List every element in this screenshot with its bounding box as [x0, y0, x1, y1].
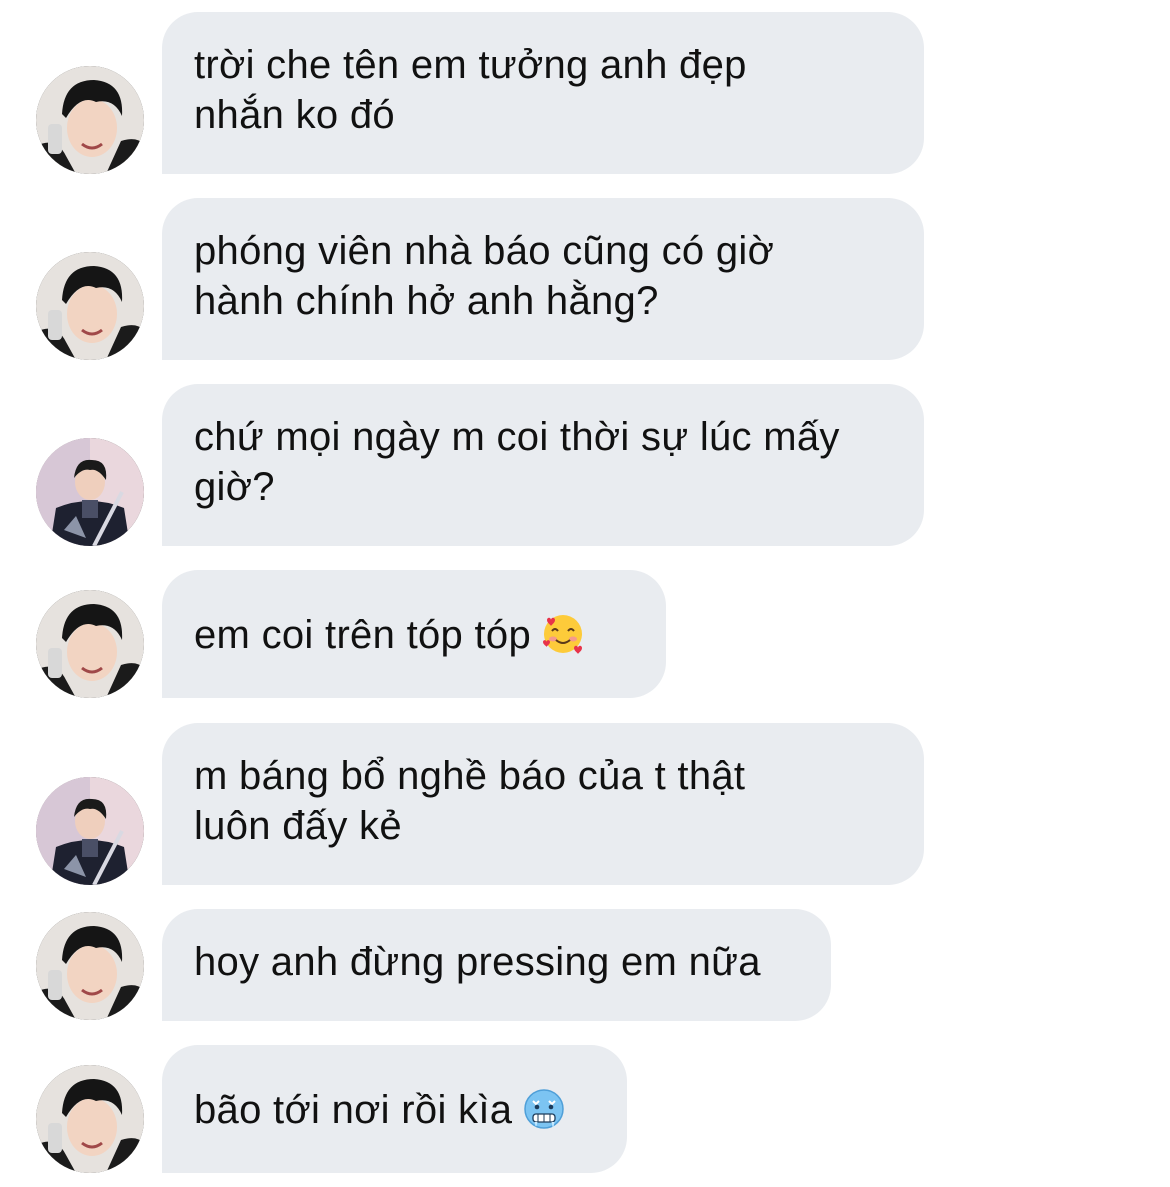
smiling-face-with-hearts-icon: [541, 612, 585, 656]
message-text: hoy anh đừng pressing em nữa: [194, 940, 761, 984]
message-text: trời che tên em tưởng anh đẹp nhắn ko đó: [194, 43, 747, 137]
avatar-a-image: [36, 66, 144, 174]
avatar-a-image: [36, 1065, 144, 1173]
sender-avatar[interactable]: [36, 912, 144, 1020]
message-text: chứ mọi ngày m coi thời sự lúc mấy giờ?: [194, 415, 840, 509]
message-bubble[interactable]: trời che tên em tưởng anh đẹp nhắn ko đó: [162, 12, 924, 174]
message-bubble[interactable]: m báng bổ nghề báo của t thật luôn đấy k…: [162, 723, 924, 885]
avatar-b-image: [36, 777, 144, 885]
sender-avatar[interactable]: [36, 252, 144, 360]
sender-avatar[interactable]: [36, 777, 144, 885]
avatar-a-image: [36, 590, 144, 698]
avatar-b-image: [36, 438, 144, 546]
avatar-a-image: [36, 912, 144, 1020]
message-text: bão tới nơi rồi kìa: [194, 1088, 513, 1132]
message-text: phóng viên nhà báo cũng có giờ hành chín…: [194, 229, 775, 323]
sender-avatar[interactable]: [36, 66, 144, 174]
cold-face-icon: [522, 1087, 566, 1131]
sender-avatar[interactable]: [36, 438, 144, 546]
message-bubble[interactable]: phóng viên nhà báo cũng có giờ hành chín…: [162, 198, 924, 360]
sender-avatar[interactable]: [36, 1065, 144, 1173]
message-bubble[interactable]: em coi trên tóp tóp: [162, 570, 666, 698]
message-text: em coi trên tóp tóp: [194, 613, 531, 657]
message-bubble[interactable]: bão tới nơi rồi kìa: [162, 1045, 627, 1173]
sender-avatar[interactable]: [36, 590, 144, 698]
message-bubble[interactable]: chứ mọi ngày m coi thời sự lúc mấy giờ?: [162, 384, 924, 546]
message-text: m báng bổ nghề báo của t thật luôn đấy k…: [194, 754, 746, 848]
avatar-a-image: [36, 252, 144, 360]
message-bubble[interactable]: hoy anh đừng pressing em nữa: [162, 909, 831, 1021]
